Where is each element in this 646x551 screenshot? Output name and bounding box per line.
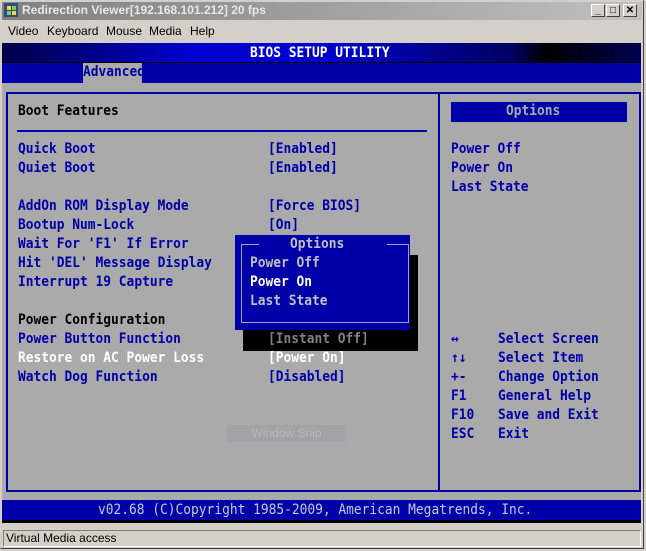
setting-value[interactable]: [On] [268,216,299,235]
key-arrows-lr: ↔ [451,331,459,347]
setting-value[interactable]: [Enabled] [268,159,338,178]
maximize-button[interactable]: □ [606,4,620,17]
menu-keyboard[interactable]: Keyboard [47,24,98,38]
key-plus-minus: +- [451,369,467,385]
setting-wait-for-f1[interactable]: Wait For 'F1' If Error [18,235,189,254]
help-line: Last State [451,179,529,195]
help-line: Power Off [451,141,521,157]
popup-option-last-state[interactable]: Last State [250,292,328,311]
power-section-title: Power Configuration [18,312,166,328]
tab-advanced[interactable]: Advanced [83,63,145,83]
popup-frame-top [241,244,259,245]
key-action: Select Screen [498,331,599,347]
window-title: Redirection Viewer[192.168.101.212] 20 f… [22,3,266,17]
setting-value-selected[interactable]: [Power On] [268,349,346,368]
setting-value[interactable]: [Enabled] [268,140,338,159]
setting-bootup-num-lock[interactable]: Bootup Num-Lock [18,216,134,235]
menu-video[interactable]: Video [8,24,38,38]
copyright-text: v02.68 (C)Copyright 1985-2009, American … [98,502,533,518]
key-esc: ESC [451,426,475,442]
setting-value[interactable]: [Disabled] [268,368,346,387]
popup-frame-top [387,244,409,245]
key-f10: F10 [451,407,475,423]
setting-value[interactable]: [Force BIOS] [268,197,361,216]
popup-option-power-on[interactable]: Power On [250,273,312,292]
status-bar: Virtual Media access [3,530,641,547]
menu-help[interactable]: Help [190,24,215,38]
app-icon [4,3,18,17]
close-button[interactable]: ✕ [623,4,637,17]
help-line: Power On [451,160,514,176]
key-action: Save and Exit [498,407,599,423]
help-title: Options [506,103,561,119]
setting-addon-rom-display-mode[interactable]: AddOn ROM Display Mode [18,197,189,216]
key-arrows-ud: ↑↓ [451,350,467,366]
setting-power-button-function[interactable]: Power Button Function [18,330,181,349]
key-action: General Help [498,388,592,404]
popup-title: Options [290,236,345,252]
setting-restore-ac-power-loss[interactable]: Restore on AC Power Loss [18,349,204,368]
setting-quiet-boot[interactable]: Quiet Boot [18,159,96,178]
popup-option-power-off[interactable]: Power Off [250,254,320,273]
key-action: Exit [498,426,530,442]
setting-interrupt-19[interactable]: Interrupt 19 Capture [18,273,173,292]
menu-mouse[interactable]: Mouse [106,24,142,38]
window-snip-overlay[interactable]: Window Snip [227,425,346,442]
key-action: Change Option [498,369,599,385]
setting-hit-del-message[interactable]: Hit 'DEL' Message Display [18,254,212,273]
key-f1: F1 [451,388,467,404]
menu-media[interactable]: Media [149,24,182,38]
menu-bar: Video Keyboard Mouse Media Help [2,21,642,41]
section-title: Boot Features [18,103,119,119]
key-action: Select Item [498,350,584,366]
minimize-button[interactable]: _ [591,4,605,17]
setting-watch-dog[interactable]: Watch Dog Function [18,368,158,387]
section-divider [17,130,427,132]
setting-value[interactable]: [Instant Off] [268,330,369,349]
bios-title: BIOS SETUP UTILITY [250,45,390,61]
setting-quick-boot[interactable]: Quick Boot [18,140,96,159]
